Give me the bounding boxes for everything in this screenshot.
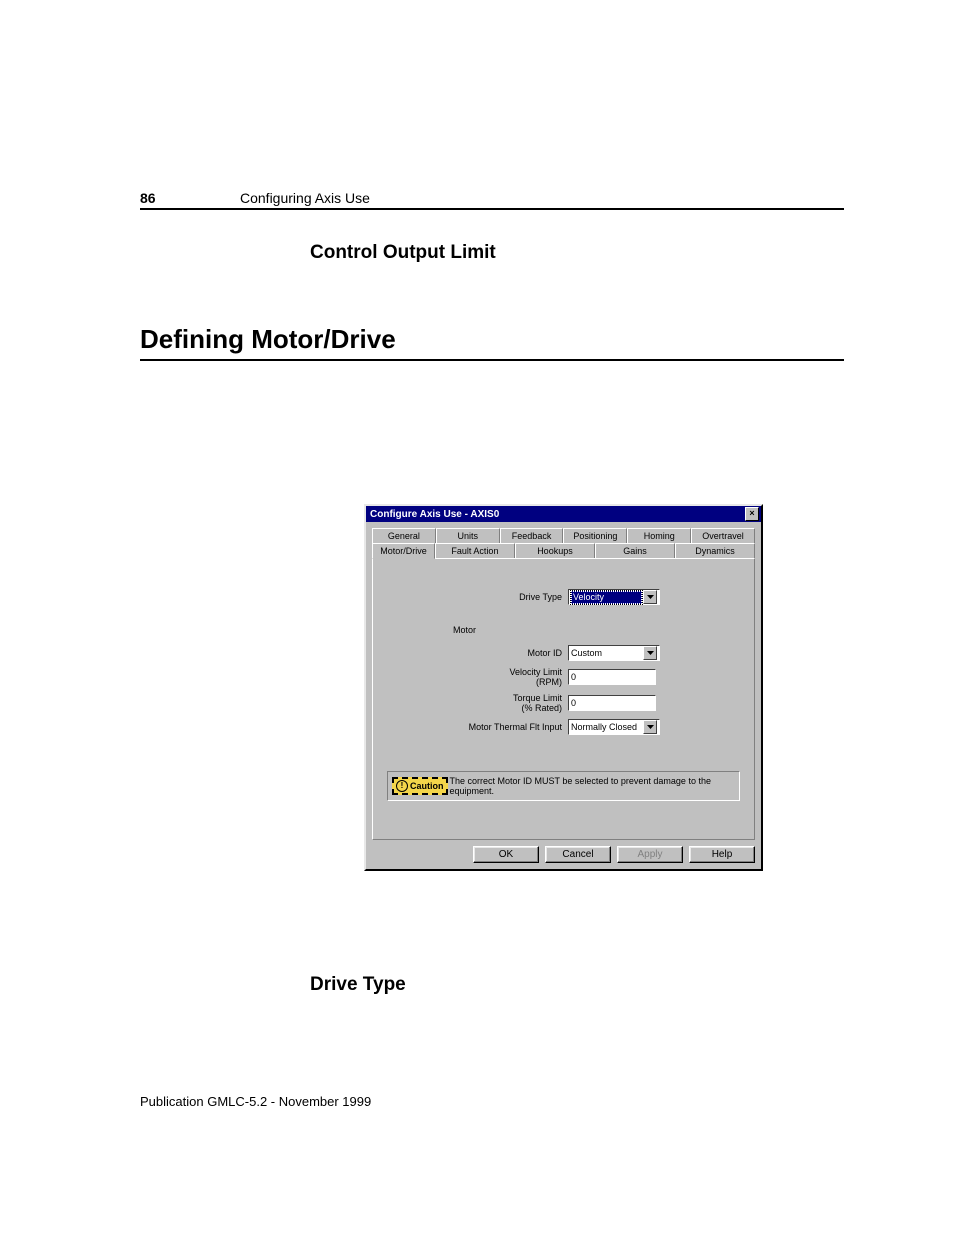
caution-box: ! Caution The correct Motor ID MUST be s… [387,771,740,801]
tab-hookups[interactable]: Hookups [515,543,595,559]
chevron-down-icon [643,590,657,604]
dialog-title: Configure Axis Use - AXIS0 [370,509,499,520]
caution-badge: ! Caution [392,777,448,795]
dialog-titlebar[interactable]: Configure Axis Use - AXIS0 × [366,506,761,522]
caution-label: Caution [410,781,444,791]
velocity-limit-value: 0 [571,672,576,682]
tab-fault-action[interactable]: Fault Action [435,543,515,559]
help-button[interactable]: Help [689,846,755,863]
warning-icon: ! [396,780,408,792]
tab-homing[interactable]: Homing [627,528,691,543]
publication-footer: Publication GMLC-5.2 - November 1999 [140,1094,371,1109]
velocity-limit-label: Velocity Limit (RPM) [387,667,568,687]
torque-limit-label: Torque Limit (% Rated) [387,693,568,713]
ok-button[interactable]: OK [473,846,539,863]
cancel-button[interactable]: Cancel [545,846,611,863]
close-button[interactable]: × [745,507,759,521]
thermal-value: Normally Closed [571,722,643,732]
velocity-limit-input[interactable]: 0 [568,669,656,685]
tab-overtravel[interactable]: Overtravel [691,528,755,543]
drive-type-combo[interactable]: Velocity [568,589,660,605]
tab-row-1: General Units Feedback Positioning Homin… [372,528,755,543]
heading-row: Defining Motor/Drive [140,324,844,361]
drive-type-row: Drive Type Velocity [387,589,740,605]
configure-axis-dialog: Configure Axis Use - AXIS0 × General Uni… [364,504,763,871]
thermal-row: Motor Thermal Flt Input Normally Closed [387,719,740,735]
page-number: 86 [140,190,240,206]
dialog-button-row: OK Cancel Apply Help [366,840,761,869]
caution-text: The correct Motor ID MUST be selected to… [450,776,736,796]
chevron-down-icon [643,646,657,660]
velocity-limit-row: Velocity Limit (RPM) 0 [387,667,740,687]
page-header: 86 Configuring Axis Use [140,190,844,210]
heading-control-output-limit: Control Output Limit [310,242,844,264]
heading-drive-type: Drive Type [310,974,406,996]
tab-body: Drive Type Velocity Motor Motor ID Custo… [372,558,755,840]
tab-general[interactable]: General [372,528,436,543]
tab-dynamics[interactable]: Dynamics [675,543,755,559]
thermal-combo[interactable]: Normally Closed [568,719,660,735]
thermal-label: Motor Thermal Flt Input [387,722,568,732]
apply-button[interactable]: Apply [617,846,683,863]
tab-motor-drive[interactable]: Motor/Drive [372,543,435,559]
tab-units[interactable]: Units [436,528,500,543]
tab-gains[interactable]: Gains [595,543,675,559]
motor-group-label: Motor [453,625,476,635]
tab-positioning[interactable]: Positioning [563,528,627,543]
heading-defining-motor-drive: Defining Motor/Drive [140,324,396,354]
motor-id-combo[interactable]: Custom [568,645,660,661]
chevron-down-icon [643,720,657,734]
torque-limit-row: Torque Limit (% Rated) 0 [387,693,740,713]
drive-type-value: Velocity [571,591,642,604]
tab-row-2: Motor/Drive Fault Action Hookups Gains D… [372,543,755,559]
drive-type-label: Drive Type [387,592,568,602]
header-title: Configuring Axis Use [240,190,370,206]
tab-feedback[interactable]: Feedback [500,528,564,543]
page: 86 Configuring Axis Use Control Output L… [0,0,954,1235]
torque-limit-input[interactable]: 0 [568,695,656,711]
tabs-area: General Units Feedback Positioning Homin… [366,522,761,840]
motor-id-value: Custom [571,648,643,658]
motor-id-row: Motor ID Custom [387,645,740,661]
motor-id-label: Motor ID [387,648,568,658]
torque-limit-value: 0 [571,698,576,708]
